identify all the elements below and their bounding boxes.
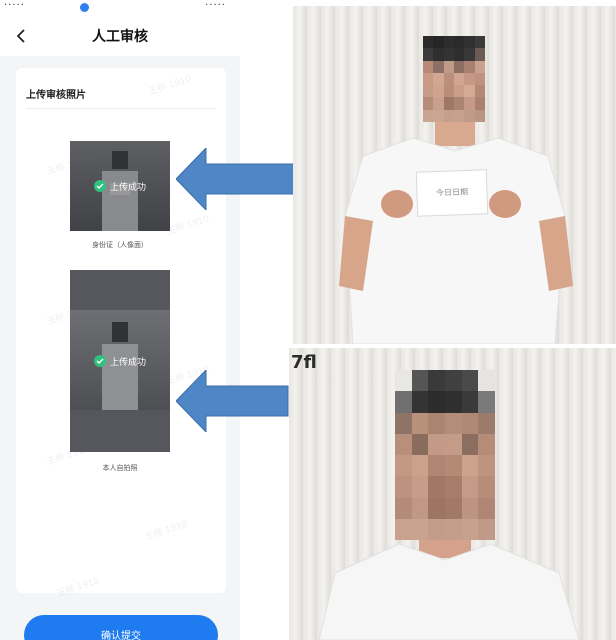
reference-photo-holding-paper: 今日日期 xyxy=(293,6,616,344)
card-divider xyxy=(26,108,216,109)
upload-status: 上传成功 xyxy=(109,182,146,193)
status-bar: ····· ····· xyxy=(0,0,240,16)
pixelated-face xyxy=(395,370,495,540)
upload-card: 上传审核照片 上传成功 身份证（人像面） 上传成功 本人自拍照 王桦 1910 … xyxy=(16,68,226,599)
upload-success-overlay: 上传成功 xyxy=(70,270,170,452)
chevron-left-icon[interactable] xyxy=(14,28,30,44)
page-title: 人工审核 xyxy=(92,29,148,45)
phone-screenshot: ····· ····· 人工审核 上传审核照片 上传成功 身份证（人像面） 上传… xyxy=(0,0,240,640)
nav-bar: 人工审核 xyxy=(0,16,240,56)
arrow-left-icon xyxy=(176,370,289,432)
card-title: 上传审核照片 xyxy=(26,90,86,101)
reference-photo-selfie: 7fl xyxy=(289,348,616,640)
paper-handwriting: 今日日期 xyxy=(435,186,469,198)
shirt-logo: 7fl xyxy=(291,352,317,373)
watermark: 王桦 1910 xyxy=(147,74,193,98)
arrow-left-icon xyxy=(176,148,295,210)
check-circle-icon xyxy=(93,355,106,367)
selfie-photo-caption: 本人自拍照 xyxy=(102,464,138,472)
id-photo-caption: 身份证（人像面） xyxy=(92,241,148,249)
status-left: ····· xyxy=(4,0,25,11)
shirt-logo-text: 7fl xyxy=(291,352,317,373)
pixelated-face xyxy=(423,36,485,122)
id-photo-upload[interactable]: 上传成功 xyxy=(70,141,170,231)
submit-button[interactable]: 确认提交 xyxy=(24,615,218,640)
watermark: 王桦 1910 xyxy=(143,519,189,543)
status-indicator-icon xyxy=(80,3,89,12)
watermark: 王桦 1910 xyxy=(55,576,101,600)
check-circle-icon xyxy=(93,180,106,192)
upload-status: 上传成功 xyxy=(109,357,146,368)
watermark: 王桦 1910 xyxy=(165,214,211,238)
selfie-photo-upload[interactable]: 上传成功 xyxy=(70,270,170,452)
upload-success-overlay: 上传成功 xyxy=(70,141,170,231)
status-right: ····· xyxy=(205,0,226,11)
